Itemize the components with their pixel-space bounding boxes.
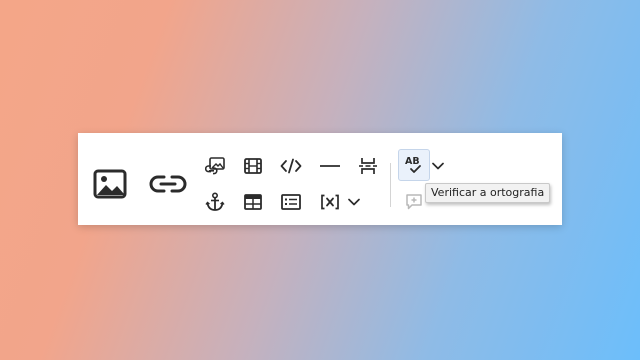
anchor-icon bbox=[205, 192, 225, 211]
image-icon bbox=[93, 169, 127, 199]
page-break-icon bbox=[359, 158, 377, 174]
embed-link-button[interactable] bbox=[201, 152, 229, 180]
spellcheck-tooltip: Verificar a ortografia bbox=[425, 183, 551, 203]
text-box-icon bbox=[281, 194, 301, 210]
spellcheck-button[interactable]: AB bbox=[398, 149, 430, 181]
code-button[interactable] bbox=[277, 152, 305, 180]
variable-button[interactable] bbox=[316, 188, 344, 216]
spellcheck-icon-text: AB bbox=[405, 156, 420, 167]
code-icon bbox=[280, 158, 302, 174]
film-icon bbox=[244, 158, 262, 174]
media-button[interactable] bbox=[239, 152, 267, 180]
table-button[interactable] bbox=[239, 188, 267, 216]
comment-button[interactable] bbox=[400, 188, 428, 216]
link-icon bbox=[149, 175, 187, 193]
horizontal-line-icon bbox=[320, 165, 340, 167]
table-icon bbox=[244, 194, 262, 210]
toolbar-separator bbox=[390, 163, 391, 207]
horizontal-line-button[interactable] bbox=[316, 152, 344, 180]
more-insert-dropdown[interactable] bbox=[344, 188, 364, 216]
layout-button[interactable] bbox=[277, 188, 305, 216]
spellcheck-icon: AB bbox=[405, 156, 421, 173]
chevron-down-icon bbox=[432, 162, 444, 170]
chevron-down-icon bbox=[348, 198, 360, 206]
spellcheck-dropdown[interactable] bbox=[431, 151, 445, 181]
variable-icon bbox=[321, 194, 339, 210]
image-link-icon bbox=[205, 157, 225, 175]
image-button[interactable] bbox=[88, 162, 132, 206]
anchor-button[interactable] bbox=[201, 188, 229, 216]
insert-toolbar: AB bbox=[78, 133, 562, 225]
link-button[interactable] bbox=[146, 162, 190, 206]
add-comment-icon bbox=[406, 194, 422, 210]
page-break-button[interactable] bbox=[354, 152, 382, 180]
